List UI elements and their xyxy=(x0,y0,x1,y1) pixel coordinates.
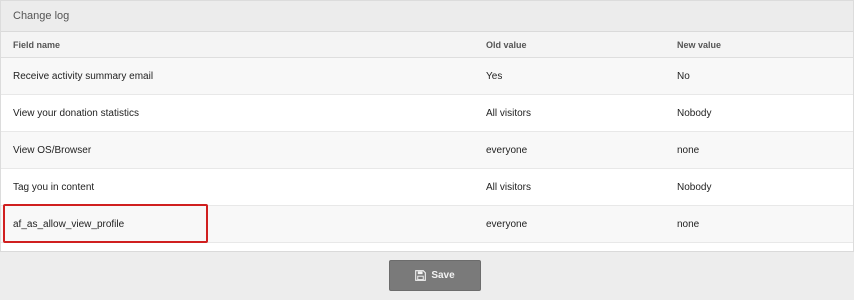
old-value-cell: All visitors xyxy=(486,181,532,193)
old-value-cell: everyone xyxy=(486,144,528,156)
form-footer: Save xyxy=(0,251,854,300)
table-row: View your donation statistics All visito… xyxy=(1,95,853,132)
panel-title: Change log xyxy=(13,10,70,22)
new-value-cell: Nobody xyxy=(677,181,712,193)
new-value-cell: No xyxy=(677,70,690,82)
floppy-disk-icon xyxy=(415,270,427,281)
column-header-new-value: New value xyxy=(677,39,722,50)
table-row: Tag you in content All visitors Nobody xyxy=(1,169,853,206)
new-value-cell: Nobody xyxy=(677,107,712,119)
table-header-row: Field name Old value New value xyxy=(1,32,853,58)
field-name-cell: Receive activity summary email xyxy=(13,70,154,82)
old-value-cell: All visitors xyxy=(486,107,532,119)
new-value-cell: none xyxy=(677,144,700,156)
panel-header: Change log xyxy=(1,1,853,32)
old-value-cell: Yes xyxy=(486,70,503,82)
new-value-cell: none xyxy=(677,218,700,230)
field-name-cell: af_as_allow_view_profile xyxy=(13,218,125,230)
field-name-cell: View OS/Browser xyxy=(13,144,92,156)
table-row: View OS/Browser everyone none xyxy=(1,132,853,169)
column-header-old-value: Old value xyxy=(486,39,527,50)
table-row: Receive activity summary email Yes No xyxy=(1,58,853,95)
old-value-cell: everyone xyxy=(486,218,528,230)
field-name-cell: View your donation statistics xyxy=(13,107,139,119)
field-name-cell: Tag you in content xyxy=(13,181,95,193)
table-row: af_as_allow_view_profile everyone none xyxy=(1,206,853,243)
save-button[interactable]: Save xyxy=(389,260,481,291)
save-button-label: Save xyxy=(431,270,455,281)
column-header-field-name: Field name xyxy=(13,39,61,50)
